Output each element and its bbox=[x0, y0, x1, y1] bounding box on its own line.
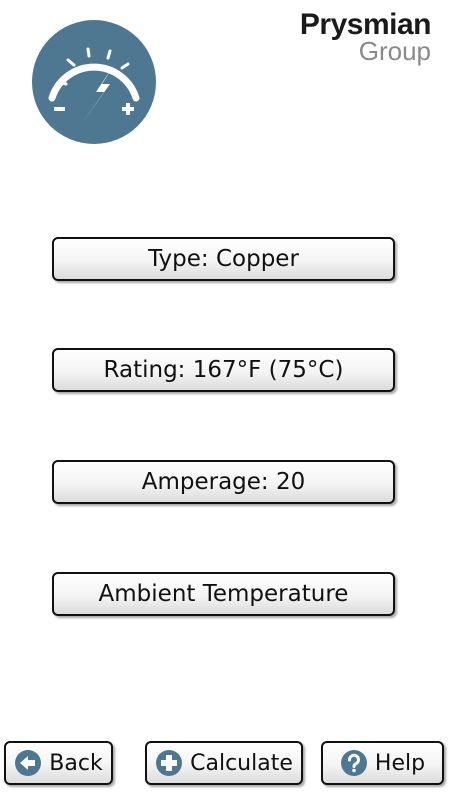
back-label: Back bbox=[49, 750, 103, 776]
calculate-button[interactable]: Calculate bbox=[145, 741, 303, 785]
help-label: Help bbox=[374, 750, 426, 776]
type-button[interactable]: Type: Copper bbox=[52, 237, 395, 281]
brand-logo: Prysmian Group bbox=[300, 10, 432, 66]
gauge-bolt-icon bbox=[32, 20, 156, 144]
calculate-label: Calculate bbox=[190, 750, 293, 776]
amperage-button[interactable]: Amperage: 20 bbox=[52, 460, 395, 504]
ambient-temperature-button[interactable]: Ambient Temperature bbox=[52, 572, 395, 616]
rating-button[interactable]: Rating: 167°F (75°C) bbox=[52, 348, 395, 392]
question-circle-icon bbox=[340, 750, 367, 776]
arrow-left-circle-icon bbox=[15, 750, 42, 776]
brand-sub: Group bbox=[358, 36, 431, 66]
plus-circle-icon bbox=[156, 750, 183, 776]
help-button[interactable]: Help bbox=[321, 741, 444, 785]
back-button[interactable]: Back bbox=[4, 741, 113, 785]
